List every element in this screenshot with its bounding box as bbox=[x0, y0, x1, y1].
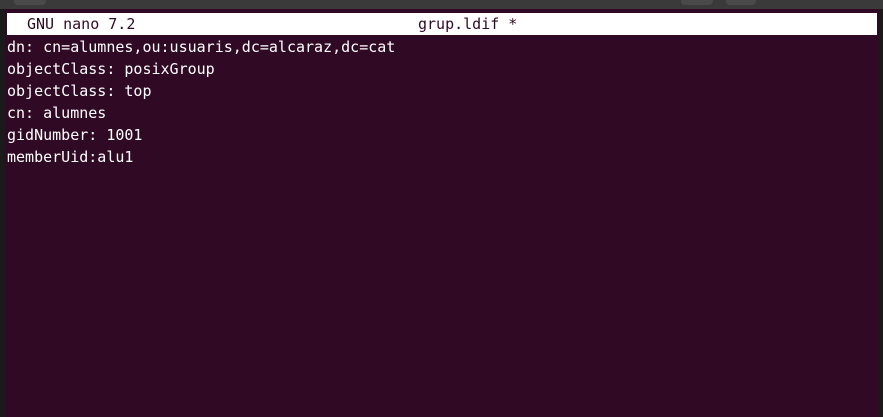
file-line[interactable]: dn: cn=alumnes,ou:usuaris,dc=alcaraz,dc=… bbox=[7, 36, 875, 58]
nano-title-bar: GNU nano 7.2 grup.ldif * bbox=[7, 13, 877, 35]
terminal-left-border bbox=[0, 9, 5, 417]
file-name-label: grup.ldif * bbox=[418, 15, 518, 33]
nano-version-label: GNU nano 7.2 bbox=[27, 15, 136, 33]
file-line[interactable]: objectClass: top bbox=[7, 80, 875, 102]
file-line[interactable]: memberUid:alu1 bbox=[7, 146, 875, 168]
file-line[interactable]: gidNumber: 1001 bbox=[7, 124, 875, 146]
file-line[interactable]: cn: alumnes bbox=[7, 102, 875, 124]
window-control-button[interactable] bbox=[14, 0, 46, 5]
editor-text-area[interactable]: dn: cn=alumnes,ou:usuaris,dc=alcaraz,dc=… bbox=[7, 36, 875, 168]
terminal-window[interactable]: GNU nano 7.2 grup.ldif * dn: cn=alumnes,… bbox=[0, 9, 883, 417]
window-control-button[interactable] bbox=[726, 0, 756, 5]
window-top-strip bbox=[0, 0, 883, 9]
window-control-button[interactable] bbox=[681, 0, 713, 5]
terminal-right-border bbox=[879, 9, 883, 417]
file-line[interactable]: objectClass: posixGroup bbox=[7, 58, 875, 80]
